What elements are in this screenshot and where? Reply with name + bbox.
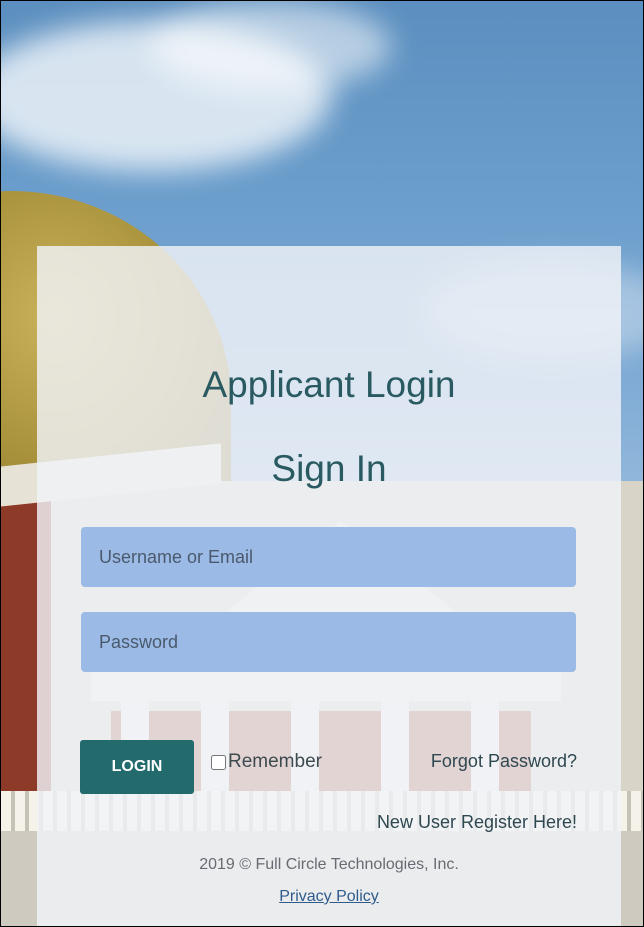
page-title: Applicant Login (202, 364, 456, 405)
password-input[interactable] (81, 612, 576, 672)
privacy-container: Privacy Policy (37, 888, 621, 906)
login-panel: Applicant Login Sign In LOGIN Remember F… (37, 246, 621, 926)
privacy-policy-link[interactable]: Privacy Policy (279, 888, 379, 905)
remember-label: Remember (228, 751, 322, 772)
username-input[interactable] (81, 527, 576, 587)
forgot-password-link[interactable]: Forgot Password? (431, 751, 577, 772)
remember-option[interactable]: Remember (211, 751, 322, 773)
sign-in-heading: Sign In (271, 448, 387, 489)
page-frame: Applicant Login Sign In LOGIN Remember F… (0, 0, 644, 927)
remember-checkbox[interactable] (211, 754, 226, 770)
login-button[interactable]: LOGIN (80, 740, 194, 794)
copyright-text: 2019 © Full Circle Technologies, Inc. (199, 856, 459, 873)
register-link[interactable]: New User Register Here! (377, 812, 577, 833)
